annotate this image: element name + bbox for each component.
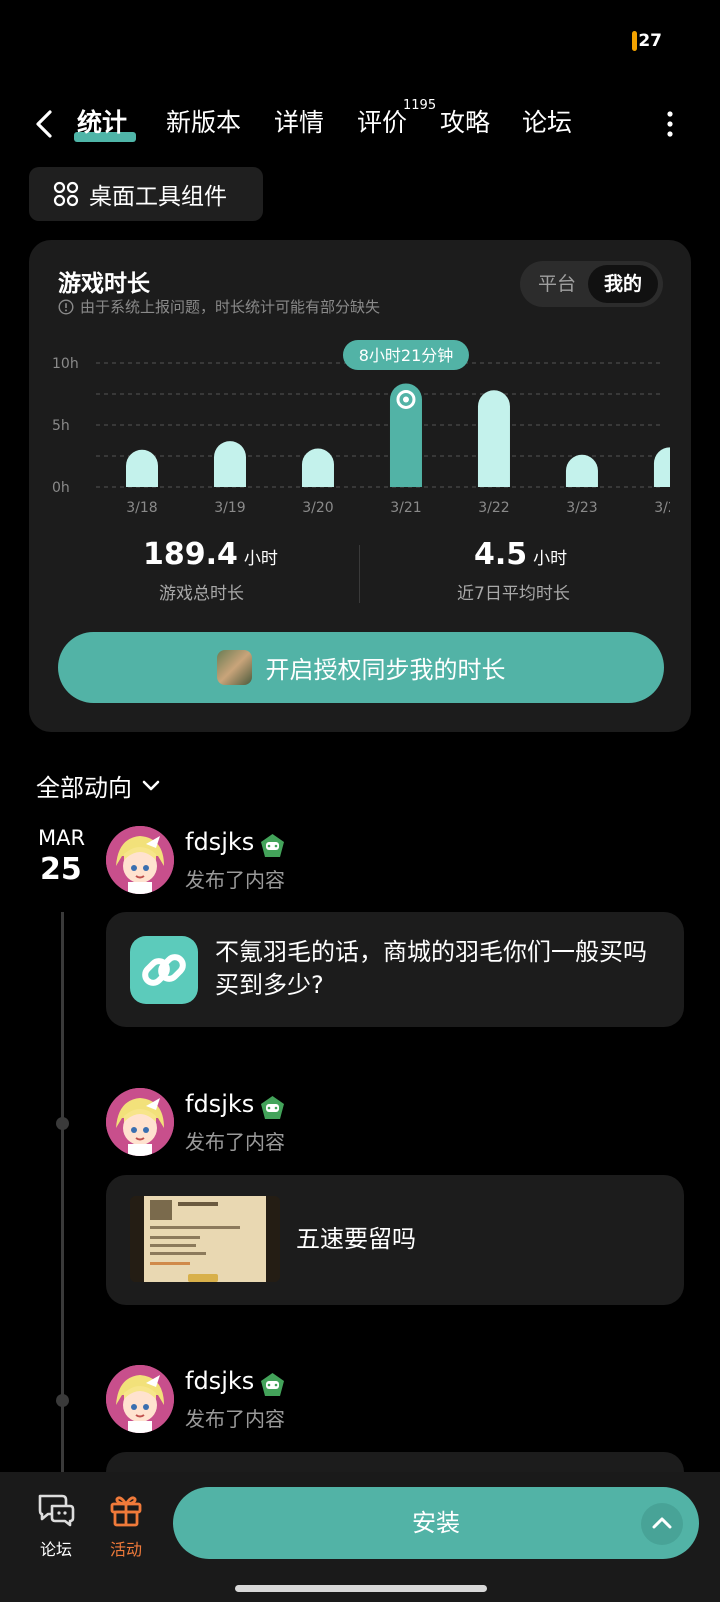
desktop-widget-button[interactable]: 桌面工具组件 — [29, 167, 263, 221]
highlight-marker-dot — [402, 396, 409, 403]
x-tick-label: 3/24 — [654, 500, 670, 516]
post-text: 五速要留吗 — [296, 1225, 416, 1253]
average-playtime: 4.5 小时 — [474, 537, 567, 572]
username: fdsjks — [185, 1367, 255, 1395]
expand-up-button[interactable] — [641, 1503, 683, 1545]
tooltip-text: 8小时21分钟 — [359, 346, 454, 365]
username: fdsjks — [185, 828, 255, 856]
playtime-note: 由于系统上报问题，时长统计可能有部分缺失 — [58, 296, 380, 317]
feed-date-month: MAR — [38, 826, 86, 850]
install-button[interactable]: 安装 — [173, 1487, 699, 1559]
bar-3-23 — [565, 454, 598, 487]
y-tick-label: 5h — [52, 418, 70, 434]
feed-date-day: 25 — [40, 852, 82, 887]
activity-label: 活动 — [109, 1540, 142, 1559]
widget-grid-icon — [53, 181, 79, 207]
toggle-mine[interactable]: 我的 — [588, 265, 658, 303]
post-author[interactable]: fdsjks — [185, 1090, 285, 1120]
tab-guides[interactable]: 攻略 — [440, 106, 490, 140]
timeline-dot — [56, 1394, 69, 1407]
forum-label: 论坛 — [39, 1540, 72, 1559]
link-icon — [130, 936, 198, 1004]
post-action: 发布了内容 — [185, 1130, 285, 1154]
x-tick-label: 3/18 — [126, 500, 157, 516]
total-playtime-unit: 小时 — [243, 549, 278, 569]
x-tick-label: 3/21 — [390, 500, 421, 516]
install-label: 安装 — [412, 1509, 460, 1537]
average-playtime-value: 4.5 — [474, 537, 528, 572]
desktop-widget-label: 桌面工具组件 — [89, 184, 227, 210]
bar-3-20 — [301, 448, 334, 487]
battery-icon — [632, 31, 638, 51]
total-playtime-value: 189.4 — [143, 537, 238, 572]
game-icon — [216, 650, 252, 685]
battery-indicator: 27 — [632, 30, 662, 52]
chevron-down-icon — [142, 780, 160, 790]
playtime-title: 游戏时长 — [58, 271, 150, 297]
post-author[interactable]: fdsjks — [185, 828, 285, 858]
gift-icon — [110, 1496, 142, 1527]
average-playtime-unit: 小时 — [533, 549, 568, 569]
tab-forum[interactable]: 论坛 — [522, 106, 572, 140]
username: fdsjks — [185, 1090, 255, 1118]
back-arrow-icon[interactable] — [30, 104, 60, 144]
user-avatar[interactable] — [106, 1088, 174, 1156]
post-action: 发布了内容 — [185, 1407, 285, 1431]
total-playtime-label: 游戏总时长 — [159, 584, 244, 604]
bar-3-22 — [477, 390, 510, 487]
user-avatar[interactable] — [106, 1365, 174, 1433]
more-options-icon[interactable] — [666, 110, 674, 138]
x-tick-label: 3/19 — [214, 500, 245, 516]
screenshot-image — [130, 1196, 280, 1282]
stats-divider — [359, 545, 360, 603]
total-playtime: 189.4 小时 — [143, 537, 278, 572]
post-author[interactable]: fdsjks — [185, 1367, 285, 1397]
gamepad-badge-icon — [261, 1096, 285, 1119]
post-thumbnail — [130, 1196, 280, 1282]
reviews-count-badge: 1195 — [403, 98, 437, 113]
y-tick-label: 0h — [52, 480, 70, 496]
average-playtime-label: 近7日平均时长 — [457, 584, 570, 604]
x-tick-label: 3/22 — [478, 500, 509, 516]
toggle-platform[interactable]: 平台 — [530, 270, 584, 298]
forum-button[interactable]: 论坛 — [30, 1492, 82, 1560]
feed-filter-dropdown[interactable]: 全部动向 — [36, 768, 162, 803]
chat-bubbles-icon — [38, 1494, 75, 1527]
anime-avatar-icon — [106, 826, 174, 894]
user-avatar[interactable] — [106, 826, 174, 894]
home-indicator[interactable] — [235, 1585, 487, 1592]
tab-reviews[interactable]: 评价 — [357, 106, 407, 140]
bar-3-18 — [126, 449, 158, 487]
info-icon — [58, 298, 74, 315]
battery-level: 27 — [638, 31, 662, 51]
timeline-dot — [56, 1117, 69, 1130]
authorize-sync-label: 开启授权同步我的时长 — [265, 656, 506, 684]
tab-stats[interactable]: 统计 — [77, 106, 127, 140]
tab-details[interactable]: 详情 — [274, 106, 324, 140]
post-text: 不氪羽毛的话，商城的羽毛你们一般买吗买到多少? — [215, 938, 647, 999]
playtime-note-text: 由于系统上报问题，时长统计可能有部分缺失 — [80, 298, 381, 316]
feed-filter-label: 全部动向 — [36, 774, 132, 802]
x-tick-label: 3/20 — [302, 500, 333, 516]
post-action: 发布了内容 — [185, 868, 285, 892]
tab-new-version[interactable]: 新版本 — [166, 106, 241, 140]
gamepad-badge-icon — [261, 834, 285, 857]
y-tick-label: 10h — [52, 356, 79, 372]
bar-3-19 — [213, 441, 246, 487]
anime-avatar-icon — [106, 1088, 174, 1156]
timeline-line — [61, 912, 64, 1472]
bar-3-24 — [653, 447, 670, 487]
playtime-bar-chart: 0h 5h 10h 3/18 3/19 3/20 3/21 8小时21分钟 3/22 3/23 3/… — [52, 340, 670, 516]
x-tick-label: 3/23 — [566, 500, 597, 516]
authorize-sync-button[interactable]: 开启授权同步我的时长 — [58, 632, 664, 703]
activity-button[interactable]: 活动 — [100, 1492, 152, 1560]
anime-avatar-icon — [106, 1365, 174, 1433]
gamepad-badge-icon — [261, 1373, 285, 1396]
chevron-up-icon — [652, 1517, 672, 1529]
